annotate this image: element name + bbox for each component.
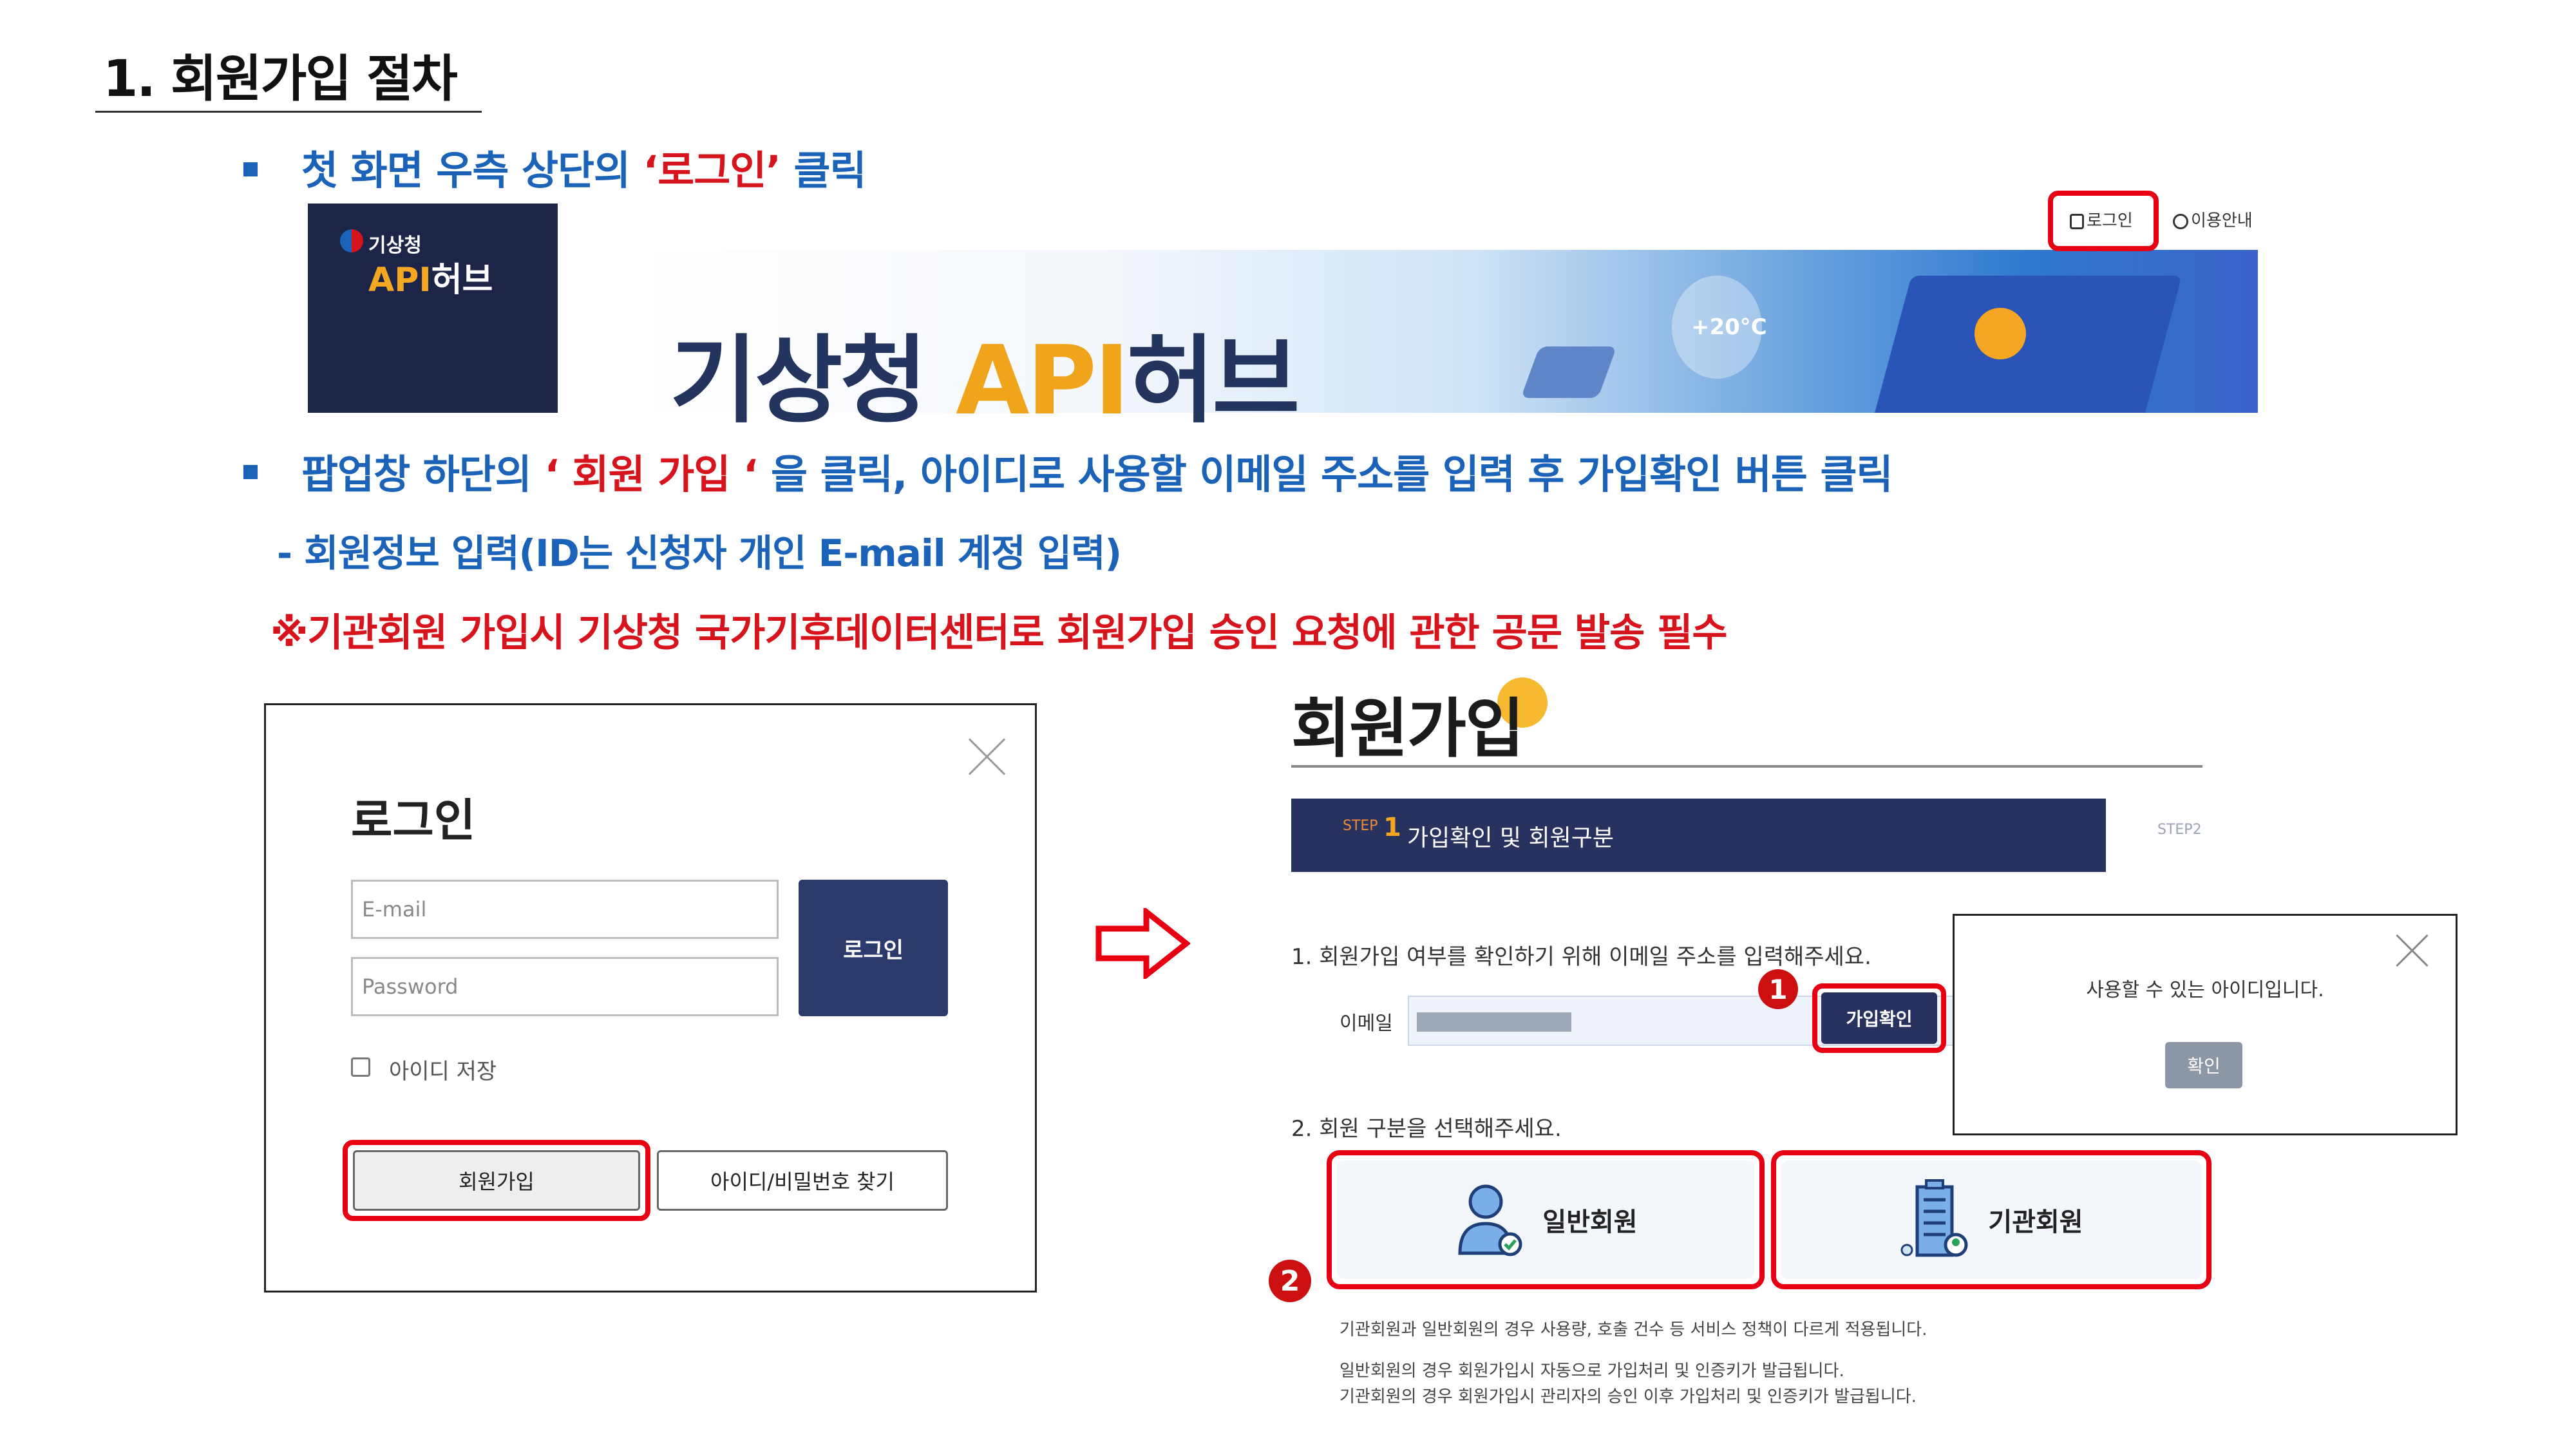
bullet-marker <box>243 465 258 479</box>
person-icon <box>1458 1184 1522 1256</box>
alert-message: 사용할 수 있는 아이디입니다. <box>2086 979 2324 1001</box>
section-title: 1. 회원가입 절차 <box>103 50 458 108</box>
guide-link[interactable]: 이용안내 <box>2173 207 2253 231</box>
signup-page-title: 회원가입 <box>1291 691 1524 766</box>
alert-ok-button[interactable]: 확인 <box>2165 1042 2242 1088</box>
warning-note: ※기관회원 가입시 기상청 국가기후데이터센터로 회원가입 승인 요청에 관한 … <box>270 611 1728 656</box>
login-heading: 로그인 <box>351 794 476 847</box>
close-icon[interactable] <box>965 734 1010 779</box>
step-prefix: STEP <box>1343 818 1378 834</box>
title-underline <box>95 111 482 113</box>
remember-id-label: 아이디 저장 <box>389 1059 497 1084</box>
banner-title-api: API <box>956 325 1130 436</box>
login-link[interactable]: 로그인 <box>2070 207 2133 231</box>
check-signup-button[interactable]: 가입확인 <box>1821 992 1937 1044</box>
org-member-card[interactable]: 기관회원 <box>1781 1160 2201 1279</box>
find-id-password-button[interactable]: 아이디/비밀번호 찾기 <box>657 1150 948 1211</box>
remember-id-checkbox[interactable] <box>351 1057 370 1077</box>
step-number: 1 <box>1383 813 1401 842</box>
step-badge-2: 2 <box>1269 1260 1311 1302</box>
step2-label: STEP2 <box>2157 822 2202 838</box>
password-input[interactable]: Password <box>351 957 779 1016</box>
laptop-illustration-icon <box>1520 346 1617 398</box>
email-field-label: 이메일 <box>1340 1012 1393 1035</box>
banner-title: 기상청 API허브 <box>670 303 1300 441</box>
general-member-note: 일반회원의 경우 회원가입시 자동으로 가입처리 및 인증키가 발급됩니다. <box>1340 1361 1844 1381</box>
org-member-label: 기관회원 <box>1988 1208 2083 1237</box>
policy-note: 기관회원과 일반회원의 경우 사용량, 호출 건수 등 서비스 정책이 다르게 … <box>1340 1320 1927 1340</box>
org-member-note: 기관회원의 경우 회원가입시 관리자의 승인 이후 가입처리 및 인증키가 발급… <box>1340 1387 1917 1406</box>
step2-sub-instruction: - 회원정보 입력(ID는 신청자 개인 E-mail 계정 입력) <box>277 531 1122 575</box>
chart-illustration-icon <box>1975 308 2026 359</box>
general-member-label: 일반회원 <box>1542 1208 1638 1237</box>
step1-instruction: 첫 화면 우측 상단의 ‘로그인’ 클릭 <box>301 138 867 196</box>
step-label: 가입확인 및 회원구분 <box>1407 825 1614 851</box>
signup-button[interactable]: 회원가입 <box>353 1150 640 1211</box>
banner-title-part1: 기상청 <box>670 325 956 436</box>
right-arrow-icon <box>1095 908 1190 979</box>
login-button[interactable]: 로그인 <box>799 880 948 1016</box>
step-badge-1: 1 <box>1758 969 1798 1009</box>
masked-email-value <box>1417 1012 1571 1032</box>
id-available-popup <box>1953 914 2458 1135</box>
kma-emblem-icon <box>340 229 363 252</box>
guide-link-label: 이용안내 <box>2191 211 2253 231</box>
lock-icon <box>2070 213 2084 229</box>
info-icon <box>2173 213 2188 229</box>
step1-highlight: ‘로그인’ <box>643 147 781 194</box>
step2-highlight: ‘ 회원 가입 ‘ <box>544 451 758 498</box>
login-link-label: 로그인 <box>2087 211 2133 231</box>
step2-instruction: 팝업창 하단의 ‘ 회원 가입 ‘ 을 클릭, 아이디로 사용할 이메일 주소를… <box>301 442 1893 500</box>
step2-text: 팝업창 하단의 <box>301 451 545 498</box>
logo-hub: 허브 <box>431 261 493 299</box>
monitor-illustration-icon <box>1870 276 2183 413</box>
logo-api: API <box>368 261 431 299</box>
close-icon[interactable] <box>2393 931 2432 970</box>
email-input[interactable]: E-mail <box>351 880 779 939</box>
email-question: 1. 회원가입 여부를 확인하기 위해 이메일 주소를 입력해주세요. <box>1291 944 1871 970</box>
general-member-card[interactable]: 일반회원 <box>1337 1160 1754 1279</box>
heading-divider <box>1291 765 2202 768</box>
bullet-marker <box>243 162 258 176</box>
step1-text: 첫 화면 우측 상단의 <box>301 147 643 194</box>
building-icon <box>1900 1179 1968 1257</box>
member-type-question: 2. 회원 구분을 선택해주세요. <box>1291 1116 1562 1142</box>
step1-text-after: 클릭 <box>780 147 866 194</box>
temperature-deco: +20°C <box>1691 314 1767 340</box>
logo-service-name: API허브 <box>368 252 493 301</box>
step2-text-after: 을 클릭, 아이디로 사용할 이메일 주소를 입력 후 가입확인 버튼 클릭 <box>757 451 1893 498</box>
banner-title-part2: 허브 <box>1127 325 1300 436</box>
